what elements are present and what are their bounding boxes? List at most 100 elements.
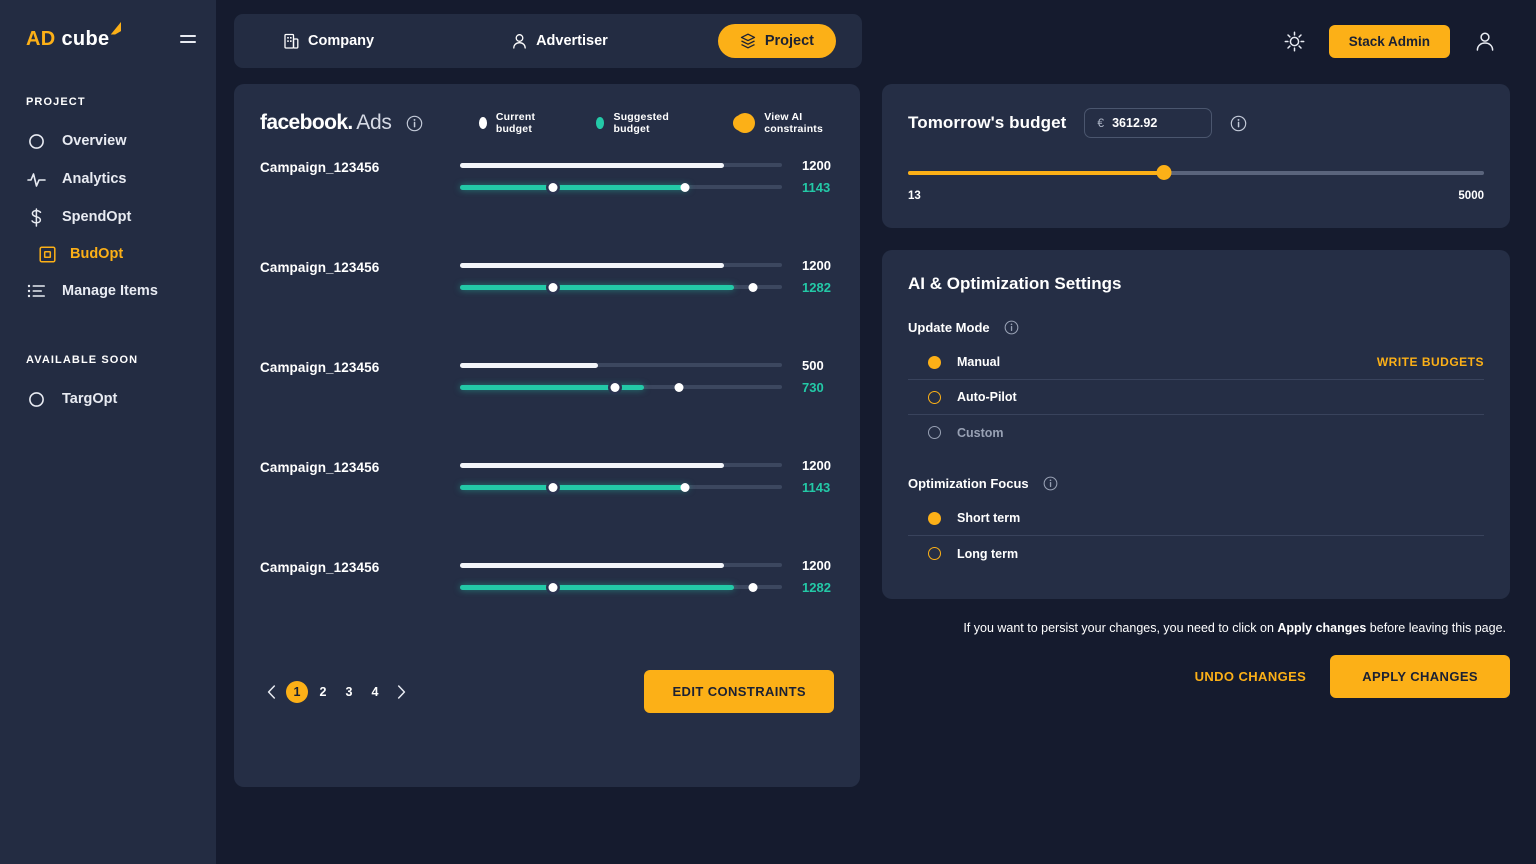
campaign-name: Campaign_123456 xyxy=(260,160,380,175)
info-icon[interactable] xyxy=(1043,476,1058,491)
tab-advertiser[interactable]: Advertiser xyxy=(502,33,618,49)
context-switcher: Company Advertiser Project xyxy=(234,14,862,68)
edit-constraints-button[interactable]: EDIT CONSTRAINTS xyxy=(644,670,834,713)
constraint-handle-max[interactable] xyxy=(674,382,684,392)
constraint-handle-min[interactable] xyxy=(548,582,558,592)
campaign-name: Campaign_123456 xyxy=(260,560,380,575)
pagination-page-3[interactable]: 3 xyxy=(338,681,360,703)
slider-fill xyxy=(460,562,725,568)
current-budget-slider[interactable] xyxy=(460,454,782,476)
option-label: Auto-Pilot xyxy=(957,390,1017,404)
legend-label-current: Current budget xyxy=(495,111,536,135)
stack-admin-button[interactable]: Stack Admin xyxy=(1328,24,1450,58)
right-column: Tomorrow's budget € 3612.92 13 5000 AI &… xyxy=(882,84,1510,787)
menu-collapse-icon[interactable] xyxy=(180,35,196,43)
facebook-ads-logo: facebook . Ads xyxy=(260,111,392,135)
constraint-handle-min[interactable] xyxy=(548,182,558,192)
tab-label: Company xyxy=(308,33,375,49)
optimization-focus-label: Optimization Focus xyxy=(908,476,1029,491)
note-prefix: If you want to persist your changes, you… xyxy=(963,621,1278,635)
suggested-budget-value: 1143 xyxy=(802,479,831,495)
platform-name: facebook xyxy=(260,111,348,134)
update-mode-option-custom[interactable]: Custom xyxy=(908,415,1484,450)
update-mode-option-manual[interactable]: Manual WRITE BUDGETS xyxy=(908,345,1484,380)
budget-amount-input[interactable]: € 3612.92 xyxy=(1084,108,1213,138)
platform-dot: . xyxy=(347,111,354,134)
apply-changes-button[interactable]: APPLY CHANGES xyxy=(1330,655,1510,698)
budget-slider-handle[interactable] xyxy=(1156,165,1172,180)
sidebar-item-spendopt[interactable]: SpendOpt xyxy=(0,198,216,236)
current-budget-slider[interactable] xyxy=(460,154,782,176)
sidebar-item-budopt[interactable]: BudOpt xyxy=(0,236,216,272)
logo-cube-text: cube xyxy=(61,27,110,50)
suggested-budget-value: 1143 xyxy=(802,179,831,195)
brand-row: AD cube xyxy=(0,21,216,56)
budget-slider[interactable] xyxy=(908,165,1484,180)
gear-icon[interactable] xyxy=(1284,31,1305,52)
constraint-handle-min[interactable] xyxy=(610,382,620,392)
constraint-handle-max[interactable] xyxy=(680,482,690,492)
tab-company[interactable]: Company xyxy=(274,33,384,49)
tab-project[interactable]: Project xyxy=(717,24,836,58)
current-budget-slider[interactable] xyxy=(460,354,782,376)
suggested-budget-slider[interactable] xyxy=(460,276,782,298)
campaign-name: Campaign_123456 xyxy=(260,260,380,275)
tomorrows-budget-panel: Tomorrow's budget € 3612.92 13 5000 xyxy=(882,84,1510,228)
constraint-handle-max[interactable] xyxy=(748,582,758,592)
sidebar-item-analytics[interactable]: Analytics xyxy=(0,160,216,198)
table-row: Campaign_123456 500 730 xyxy=(260,354,834,454)
apply-changes-note: If you want to persist your changes, you… xyxy=(882,621,1510,635)
pulse-icon xyxy=(26,169,46,189)
pagination-page-2[interactable]: 2 xyxy=(312,681,334,703)
account-person-icon[interactable] xyxy=(1474,30,1496,52)
constraint-handle-min[interactable] xyxy=(548,282,558,292)
write-budgets-button[interactable]: WRITE BUDGETS xyxy=(1377,355,1484,369)
info-icon[interactable] xyxy=(1230,115,1247,132)
slider-fill xyxy=(460,484,689,490)
constraint-handle-min[interactable] xyxy=(548,482,558,492)
sidebar-item-label: Overview xyxy=(62,133,127,149)
current-budget-slider[interactable] xyxy=(460,554,782,576)
radio-selected-icon xyxy=(928,511,941,525)
suggested-budget-slider[interactable] xyxy=(460,376,782,398)
info-icon[interactable] xyxy=(406,115,423,132)
suggested-budget-slider[interactable] xyxy=(460,476,782,498)
currency-symbol: € xyxy=(1097,116,1105,130)
suggested-budget-value: 1282 xyxy=(802,279,831,295)
slider-fill xyxy=(460,184,689,190)
sidebar-item-overview[interactable]: Overview xyxy=(0,122,216,160)
sidebar-item-targopt[interactable]: TargOpt xyxy=(0,380,216,418)
slider-fill xyxy=(460,462,725,468)
campaign-sliders: 1200 1143 xyxy=(460,154,846,198)
sidebar-item-manage-items[interactable]: Manage Items xyxy=(0,272,216,310)
suggested-budget-slider[interactable] xyxy=(460,576,782,598)
logo[interactable]: AD cube xyxy=(26,21,122,51)
pagination-page-4[interactable]: 4 xyxy=(364,681,386,703)
legend-dot-suggested xyxy=(596,117,605,129)
undo-changes-button[interactable]: UNDO CHANGES xyxy=(1195,669,1307,684)
current-budget-slider[interactable] xyxy=(460,254,782,276)
view-ai-constraints-toggle[interactable] xyxy=(733,113,756,133)
suggested-budget-slider[interactable] xyxy=(460,176,782,198)
sidebar-item-label: TargOpt xyxy=(62,391,118,407)
sidebar: AD cube PROJECT Overview Analytics Spend… xyxy=(0,0,216,864)
current-budget-slider-line: 1200 xyxy=(460,254,846,276)
budget-min-label: 13 xyxy=(908,190,921,202)
ai-optimization-settings-panel: AI & Optimization Settings Update Mode M… xyxy=(882,250,1510,599)
constraint-handle-max[interactable] xyxy=(680,182,690,192)
pagination-next[interactable] xyxy=(390,681,412,703)
pagination-prev[interactable] xyxy=(260,681,282,703)
constraint-handle-max[interactable] xyxy=(748,282,758,292)
current-budget-value: 1200 xyxy=(802,157,831,173)
info-icon[interactable] xyxy=(1004,320,1019,335)
sidebar-item-label: Analytics xyxy=(62,171,127,187)
option-label: Manual xyxy=(957,355,1001,369)
pagination-page-1[interactable]: 1 xyxy=(286,680,308,703)
topbar-actions: Stack Admin xyxy=(1284,24,1522,58)
note-suffix: before leaving this page. xyxy=(1366,621,1506,635)
focus-option-short-term[interactable]: Short term xyxy=(908,501,1484,536)
update-mode-label: Update Mode xyxy=(908,320,990,335)
toggle-label: View AI constraints xyxy=(764,111,824,135)
focus-option-long-term[interactable]: Long term xyxy=(908,536,1484,571)
update-mode-option-auto-pilot[interactable]: Auto-Pilot xyxy=(908,380,1484,415)
